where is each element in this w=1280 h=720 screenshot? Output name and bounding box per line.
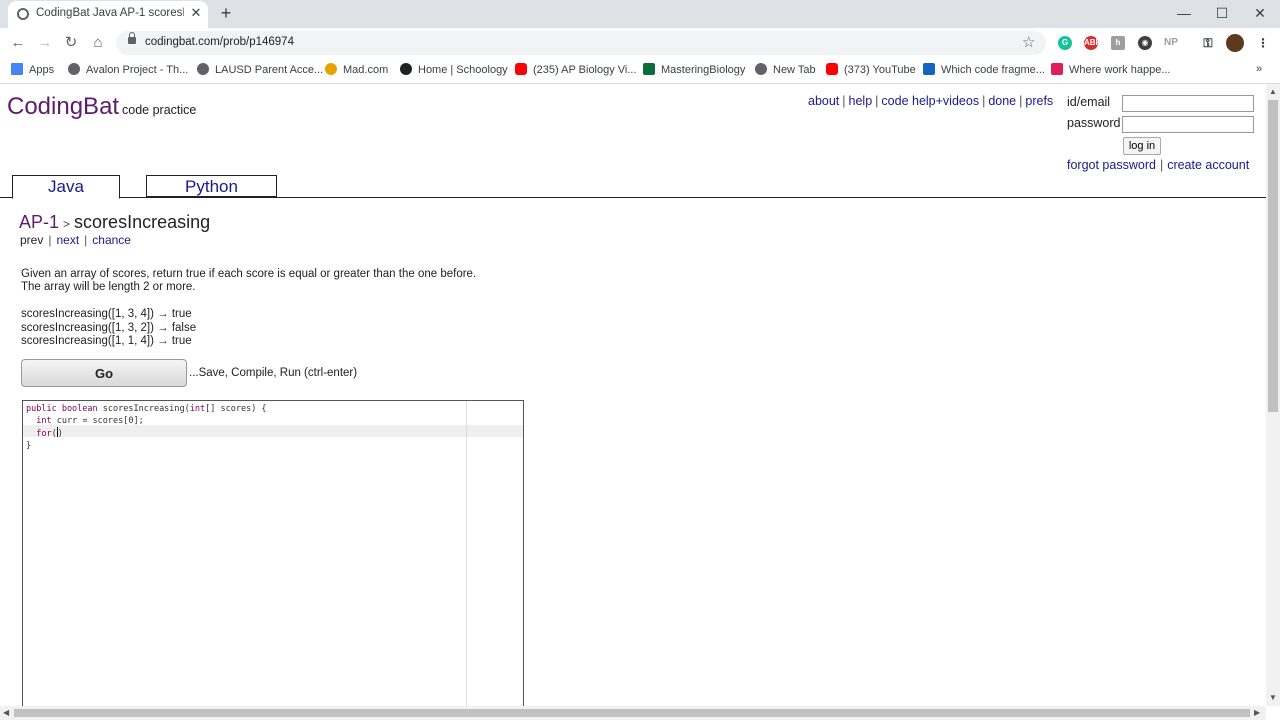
youtube-icon [826, 63, 838, 75]
auth-links: forgot password | create account [1067, 158, 1250, 172]
browser-tab[interactable]: CodingBat Java AP-1 scoresIncre ✕ [8, 1, 208, 28]
tab-title: CodingBat Java AP-1 scoresIncre [36, 7, 184, 19]
horizontal-scrollbar[interactable]: ◀ ▶ [0, 706, 1266, 720]
password-input[interactable] [1122, 116, 1254, 133]
back-icon[interactable]: ← [8, 34, 28, 52]
horizontal-scroll-thumb[interactable] [14, 709, 1250, 717]
apps-grid-icon [11, 63, 23, 75]
home-icon[interactable]: ⌂ [88, 34, 108, 52]
bookmark-apps[interactable]: Apps [11, 63, 54, 76]
address-bar[interactable]: codingbat.com/prob/p146974 ☆ [116, 31, 1046, 55]
minimize-icon[interactable]: — [1166, 2, 1202, 24]
bookmark-youtube[interactable]: (373) YouTube [826, 63, 916, 76]
bookmark-schoology[interactable]: Home | Schoology [400, 63, 508, 76]
problem-nav: prev | next | chance [20, 233, 131, 247]
about-link[interactable]: about [808, 94, 839, 108]
key-icon[interactable]: ⚿ [1201, 36, 1215, 50]
scroll-left-icon[interactable]: ◀ [3, 708, 9, 717]
url-text: codingbat.com/prob/p146974 [145, 36, 294, 48]
extension-badge-icon[interactable]: ◉ [1138, 36, 1152, 50]
new-tab-button[interactable]: + [217, 4, 235, 22]
youtube-icon [515, 63, 527, 75]
close-tab-icon[interactable]: ✕ [188, 5, 204, 21]
more-bookmarks-icon[interactable]: » [1256, 63, 1262, 75]
schoology-icon [400, 63, 412, 75]
globe-icon [68, 63, 80, 75]
example-line: scoresIncreasing([1, 1, 4]) → true [21, 335, 192, 347]
extension-icon[interactable]: h [1111, 36, 1125, 50]
bookmarks-bar: Apps Avalon Project - Th... LAUSD Parent… [0, 58, 1280, 84]
print-margin [466, 401, 467, 709]
code-text[interactable]: public boolean scoresIncreasing(int[] sc… [26, 403, 267, 452]
prev-label: prev [20, 233, 44, 247]
globe-icon [197, 63, 209, 75]
bookmark-lausd[interactable]: LAUSD Parent Acce... [197, 63, 323, 76]
mad-icon [325, 63, 337, 75]
scroll-up-icon[interactable]: ▲ [1269, 87, 1277, 96]
code-editor[interactable]: public boolean scoresIncreasing(int[] sc… [22, 400, 524, 710]
globe-icon [17, 8, 29, 20]
bookmark-slack[interactable]: Where work happe... [1051, 63, 1171, 76]
slack-icon [1051, 63, 1063, 75]
menu-icon[interactable]: ⋮ [1256, 36, 1270, 50]
tab-java[interactable]: Java [12, 175, 120, 199]
site-tagline: code practice [122, 103, 197, 117]
prefs-link[interactable]: prefs [1025, 94, 1053, 108]
vertical-scroll-thumb[interactable] [1268, 100, 1278, 412]
top-links: about | help | code help+videos | done | prefs [808, 94, 1054, 108]
example-line: scoresIncreasing([1, 3, 2]) → false [21, 321, 197, 334]
problem-description: Given an array of scores, return true if… [21, 268, 581, 294]
breadcrumb: AP-1 > scoresIncreasing [19, 212, 211, 232]
scroll-right-icon[interactable]: ▶ [1254, 708, 1260, 717]
examples: scoresIncreasing([1, 3, 4]) → true score… [21, 308, 196, 349]
password-label: password [1067, 116, 1121, 130]
help-link[interactable]: help [849, 94, 873, 108]
forgot-password-link[interactable]: forgot password [1067, 158, 1156, 172]
problem-title: scoresIncreasing [74, 212, 211, 232]
page-content: CodingBat code practice about | help | code … [0, 84, 1266, 710]
avatar[interactable] [1226, 34, 1244, 52]
tab-python[interactable]: Python [146, 175, 277, 197]
globe-icon [755, 63, 767, 75]
forward-icon[interactable]: → [35, 34, 55, 52]
bookmark-ap-biology[interactable]: (235) AP Biology Vi... [515, 63, 637, 76]
bookmark-new-tab[interactable]: New Tab [755, 63, 816, 76]
bookmark-avalon[interactable]: Avalon Project - Th... [68, 63, 188, 76]
create-account-link[interactable]: create account [1167, 158, 1249, 172]
browser-tab-strip: CodingBat Java AP-1 scoresIncre ✕ + — ☐ … [0, 0, 1280, 28]
section-link[interactable]: AP-1 [19, 212, 59, 232]
lock-icon [128, 32, 136, 44]
adblock-icon[interactable]: ABP [1084, 36, 1101, 50]
go-hint: ...Save, Compile, Run (ctrl-enter) [189, 367, 358, 379]
np-extension-icon[interactable]: NP [1164, 36, 1178, 50]
quizlet-icon [923, 63, 935, 75]
bookmark-star-icon[interactable]: ☆ [1022, 33, 1035, 51]
pearson-icon [643, 63, 655, 75]
chance-link[interactable]: chance [92, 233, 131, 247]
example-line: scoresIncreasing([1, 3, 4]) → true [21, 308, 192, 320]
bookmark-mad[interactable]: Mad.com [325, 63, 388, 76]
description-line: The array will be length 2 or more. [21, 281, 196, 293]
maximize-icon[interactable]: ☐ [1204, 2, 1240, 24]
next-link[interactable]: next [56, 233, 79, 247]
vertical-scrollbar[interactable]: ▲ ▼ [1266, 84, 1280, 706]
scroll-down-icon[interactable]: ▼ [1269, 693, 1277, 702]
window-close-icon[interactable]: ✕ [1242, 2, 1278, 24]
code-help-videos-link[interactable]: code help+videos [881, 94, 979, 108]
go-button[interactable]: Go [21, 359, 187, 387]
grammarly-icon[interactable]: G [1058, 36, 1072, 50]
log-in-button[interactable]: log in [1123, 137, 1161, 155]
reload-icon[interactable]: ↻ [61, 34, 81, 52]
description-line: Given an array of scores, return true if… [21, 268, 477, 280]
site-logo[interactable]: CodingBat [7, 93, 119, 121]
id-email-label: id/email [1067, 95, 1111, 109]
bookmark-masteringbiology[interactable]: MasteringBiology [643, 63, 745, 76]
done-link[interactable]: done [988, 94, 1016, 108]
id-email-input[interactable] [1122, 95, 1254, 112]
bookmark-code-fragment[interactable]: Which code fragme... [923, 63, 1045, 76]
